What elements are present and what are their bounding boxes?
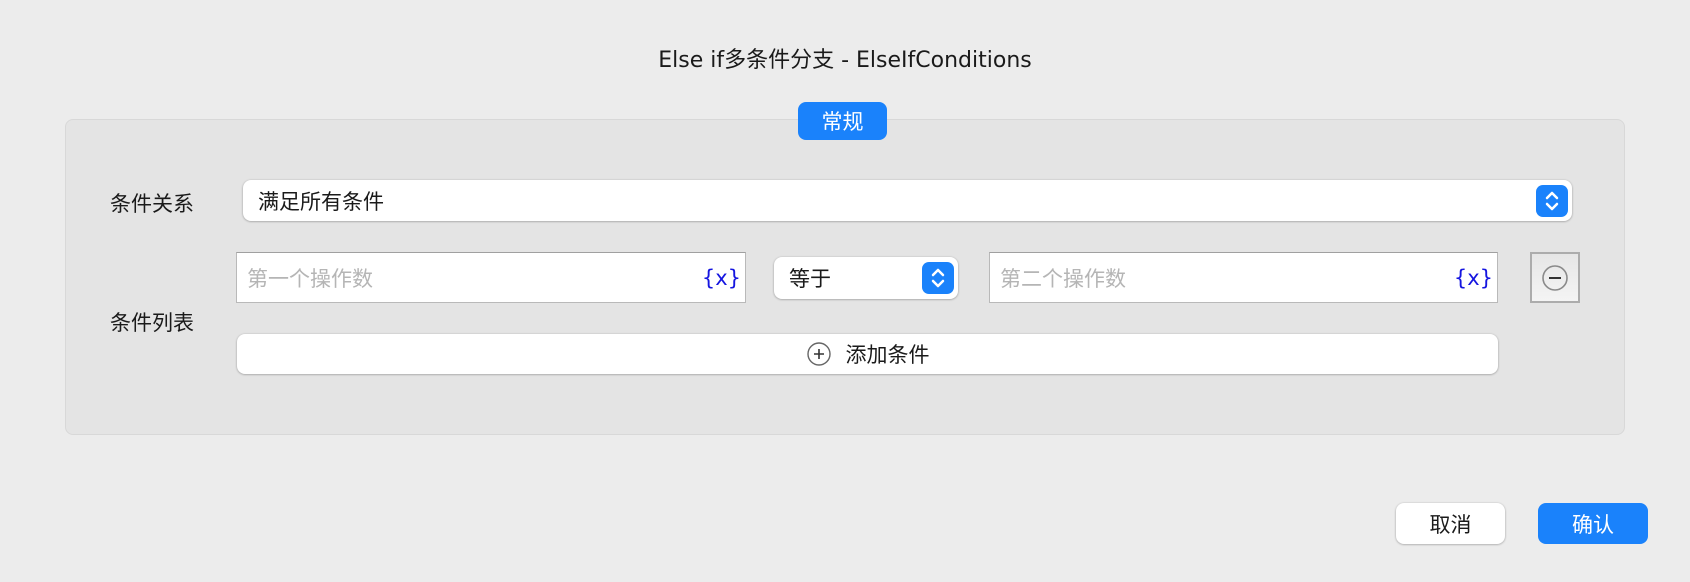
operand2-input[interactable]: 第二个操作数 {x} <box>989 252 1498 303</box>
remove-condition-button[interactable] <box>1530 252 1580 303</box>
add-condition-label: 添加条件 <box>845 343 930 367</box>
up-down-chevron-icon <box>1536 184 1568 217</box>
tab-general[interactable]: 常规 <box>798 102 887 140</box>
operand1-placeholder: 第一个操作数 <box>247 266 373 291</box>
variable-icon[interactable]: {x} <box>702 266 741 290</box>
plus-circle-icon <box>806 342 831 366</box>
up-down-chevron-icon <box>922 262 954 294</box>
cancel-button[interactable]: 取消 <box>1396 503 1505 544</box>
operator-value: 等于 <box>789 267 831 291</box>
relation-label: 条件关系 <box>110 192 194 216</box>
operator-select[interactable]: 等于 <box>774 257 958 299</box>
operand2-placeholder: 第二个操作数 <box>1000 266 1126 291</box>
variable-icon[interactable]: {x} <box>1454 266 1493 290</box>
dialog-title: Else if多条件分支 - ElseIfConditions <box>658 48 1032 73</box>
add-condition-button[interactable]: 添加条件 <box>237 334 1498 374</box>
condition-list-label: 条件列表 <box>110 311 194 335</box>
confirm-button[interactable]: 确认 <box>1538 503 1648 544</box>
relation-value: 满足所有条件 <box>258 189 384 214</box>
minus-circle-icon <box>1542 264 1568 291</box>
relation-select[interactable]: 满足所有条件 <box>243 180 1572 221</box>
operand1-input[interactable]: 第一个操作数 {x} <box>236 252 746 303</box>
